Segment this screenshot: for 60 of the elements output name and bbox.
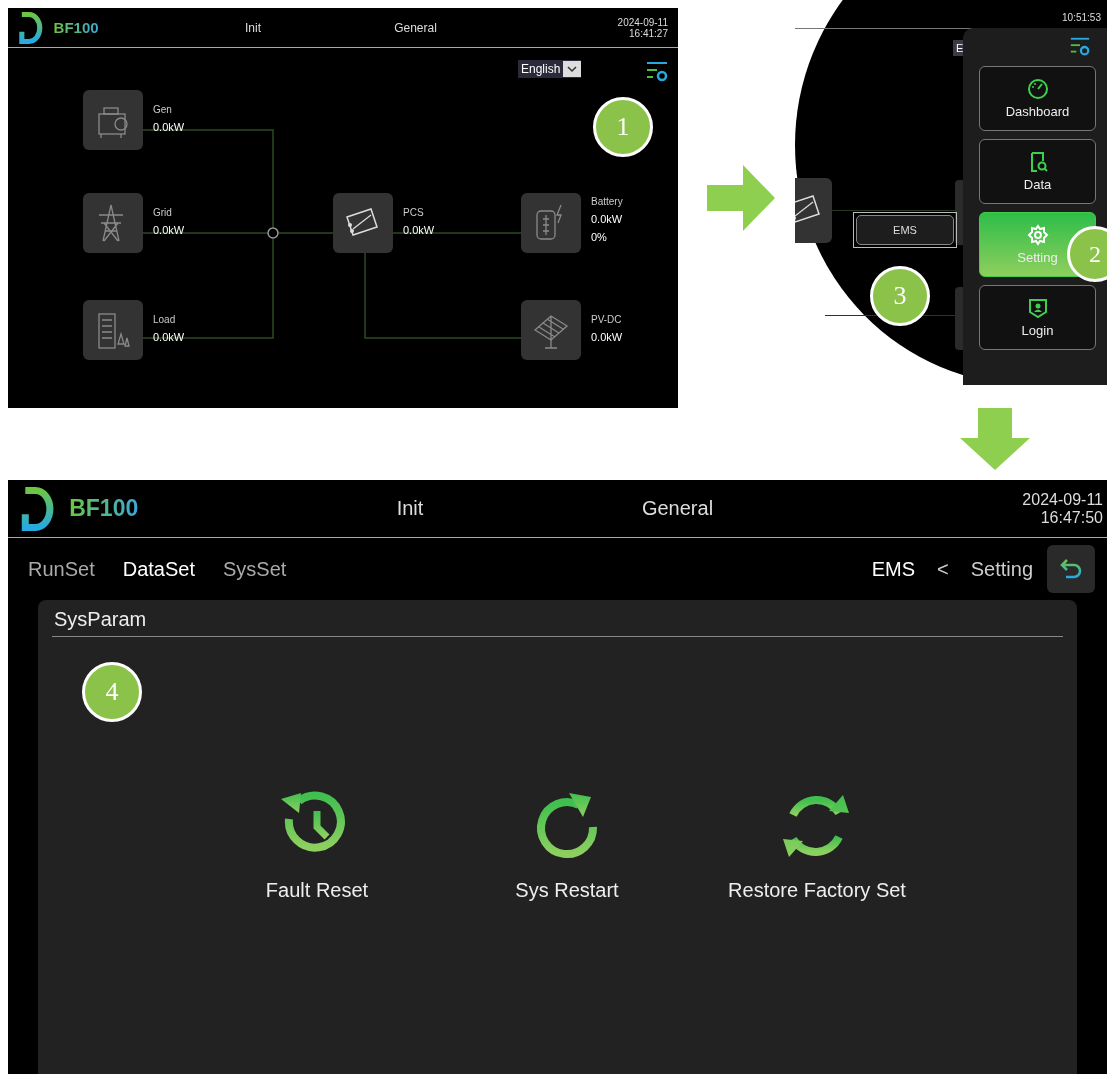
tile-edge	[955, 180, 963, 245]
connection-line	[278, 232, 334, 234]
node-value: 0.0kW	[153, 224, 185, 236]
breadcrumb-link[interactable]: EMS	[871, 557, 916, 581]
node-value: 0.0kW	[153, 331, 185, 343]
mode-text: General	[640, 497, 715, 520]
tab[interactable]: RunSet	[20, 557, 105, 581]
time-text: 16:47:50	[1040, 508, 1103, 527]
user-shield-icon	[1026, 297, 1049, 319]
tab[interactable]: DataSet	[112, 557, 205, 581]
menu-settings-icon[interactable]	[645, 60, 669, 84]
time-text: 10:51:53	[1062, 12, 1101, 23]
node-label: Battery	[591, 196, 623, 207]
node-label: Load	[153, 314, 177, 325]
caret-icon	[567, 65, 578, 73]
time-text: 16:41:27	[629, 27, 668, 39]
node-value: 0.0kW	[403, 224, 435, 236]
action-button[interactable]: Fault Reset	[192, 789, 442, 902]
right-arrow-icon	[707, 165, 775, 231]
status-text: Init	[244, 20, 262, 35]
menu-item[interactable]: Dashboard	[979, 66, 1096, 131]
mode-text: General	[393, 20, 438, 35]
status-text: Init	[395, 497, 425, 520]
solar-panel-icon-tile[interactable]	[521, 300, 581, 360]
node-label: Grid	[153, 207, 173, 218]
node-value: 0%	[591, 231, 608, 243]
battery-icon-tile[interactable]	[521, 193, 581, 253]
date-text: 2024-09-11	[617, 16, 668, 28]
logo-icon	[18, 11, 44, 44]
menu-settings-icon[interactable]	[1069, 36, 1091, 58]
node-value: 0.0kW	[591, 331, 623, 343]
back-button[interactable]	[1047, 545, 1095, 593]
logo-icon	[20, 486, 56, 531]
node-label: PV-DC	[591, 314, 623, 325]
language-dropdown[interactable]: English	[518, 60, 582, 78]
junction-node	[267, 227, 279, 239]
node-value: 0.0kW	[591, 213, 623, 225]
generator-icon-tile[interactable]	[83, 90, 143, 150]
menu-item[interactable]: Data	[979, 139, 1096, 204]
settings-icon	[1026, 224, 1049, 246]
node-value: 0.0kW	[153, 121, 185, 133]
gauge-icon	[1026, 78, 1049, 100]
breadcrumb-link[interactable]: Setting	[970, 557, 1033, 581]
node-label: Gen	[153, 104, 173, 115]
inverter-icon-tile[interactable]	[333, 193, 393, 253]
down-arrow-icon	[960, 408, 1030, 470]
tab[interactable]: SysSet	[213, 557, 297, 581]
building-icon-tile[interactable]	[83, 300, 143, 360]
date-text: 2024-09-11	[1022, 490, 1103, 509]
power-pylon-icon-tile[interactable]	[83, 193, 143, 253]
breadcrumb-separator: <	[937, 557, 949, 581]
node-label: PCS	[403, 207, 425, 218]
menu-item[interactable]: Login	[979, 285, 1096, 350]
section-title: SysParam	[52, 608, 1063, 637]
step-number-badge: 1	[593, 97, 653, 157]
step-number-badge: 4	[82, 662, 142, 722]
ems-button[interactable]: EMS	[856, 215, 954, 245]
tile-edge	[955, 287, 963, 350]
action-button[interactable]: Sys Restart	[442, 789, 692, 902]
action-button[interactable]: Restore Factory Set	[692, 789, 942, 902]
